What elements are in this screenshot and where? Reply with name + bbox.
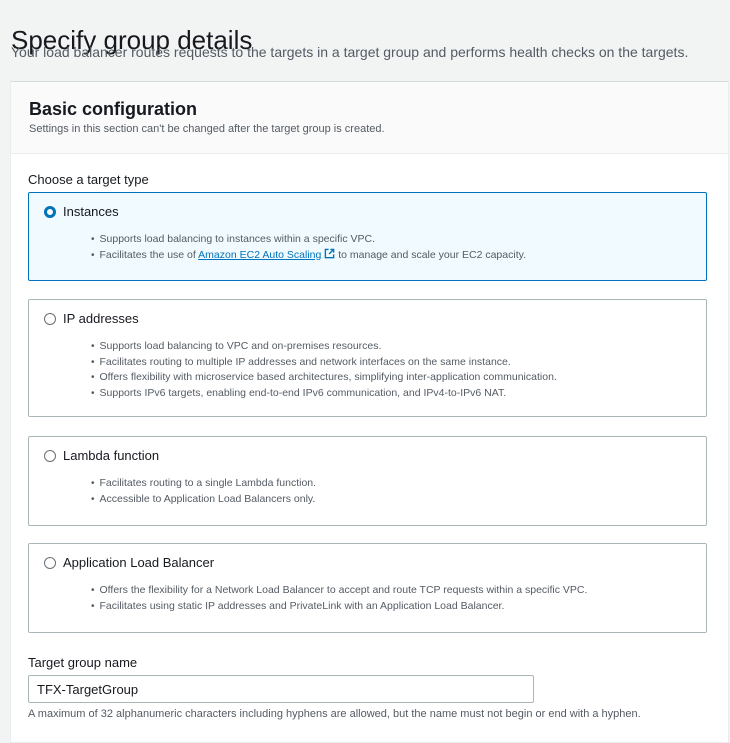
list-item: Facilitates using static IP addresses an… xyxy=(91,599,587,615)
target-type-alb-tile[interactable]: Application Load Balancer Offers the fle… xyxy=(28,543,707,633)
alb-bullets: Offers the flexibility for a Network Loa… xyxy=(91,583,588,615)
panel-subtitle: Settings in this section can't be change… xyxy=(29,123,385,135)
list-item: Facilitates routing to a single Lambda f… xyxy=(91,476,317,492)
panel-header: Basic configuration Settings in this sec… xyxy=(11,82,728,154)
lambda-radio[interactable] xyxy=(44,450,56,462)
list-item: Facilitates routing to multiple IP addre… xyxy=(91,355,557,371)
target-type-ip-addresses-tile[interactable]: IP addresses Supports load balancing to … xyxy=(28,299,707,417)
list-item: Offers the flexibility for a Network Loa… xyxy=(91,583,588,599)
page-description: Your load balancer routes requests to th… xyxy=(11,44,689,60)
autoscaling-prefix: Facilitates the use of xyxy=(99,248,196,261)
instances-bullets: Supports load balancing to instances wit… xyxy=(91,232,526,263)
lambda-label: Lambda function xyxy=(63,448,160,463)
list-item: Facilitates the use of Amazon EC2 Auto S… xyxy=(91,248,526,264)
ec2-auto-scaling-link[interactable]: Amazon EC2 Auto Scaling xyxy=(198,249,321,261)
list-item: Accessible to Application Load Balancers… xyxy=(91,492,316,508)
ip-addresses-radio[interactable] xyxy=(44,313,56,325)
ip-addresses-label: IP addresses xyxy=(63,311,139,326)
ip-addresses-bullets: Supports load balancing to VPC and on-pr… xyxy=(91,339,557,401)
list-item: Supports load balancing to VPC and on-pr… xyxy=(91,339,557,355)
target-type-lambda-tile[interactable]: Lambda function Facilitates routing to a… xyxy=(28,436,707,526)
instances-label: Instances xyxy=(63,204,119,219)
panel-title: Basic configuration xyxy=(29,99,198,119)
alb-label: Application Load Balancer xyxy=(63,555,215,570)
target-type-instances-tile[interactable]: Instances Supports load balancing to ins… xyxy=(28,192,707,281)
list-item: Supports load balancing to instances wit… xyxy=(91,232,526,248)
instances-radio[interactable] xyxy=(44,206,56,218)
autoscaling-suffix: to manage and scale your EC2 capacity. xyxy=(338,248,526,261)
list-item: Offers flexibility with microservice bas… xyxy=(91,370,557,386)
lambda-bullets: Facilitates routing to a single Lambda f… xyxy=(91,476,317,508)
target-group-name-constraint: A maximum of 32 alphanumeric characters … xyxy=(28,708,641,720)
target-group-name-input[interactable] xyxy=(28,675,534,703)
list-item: Supports IPv6 targets, enabling end-to-e… xyxy=(91,386,557,402)
external-link-icon[interactable] xyxy=(324,248,335,259)
target-group-name-label: Target group name xyxy=(28,655,138,670)
target-type-label: Choose a target type xyxy=(28,172,149,187)
alb-radio[interactable] xyxy=(44,557,56,569)
